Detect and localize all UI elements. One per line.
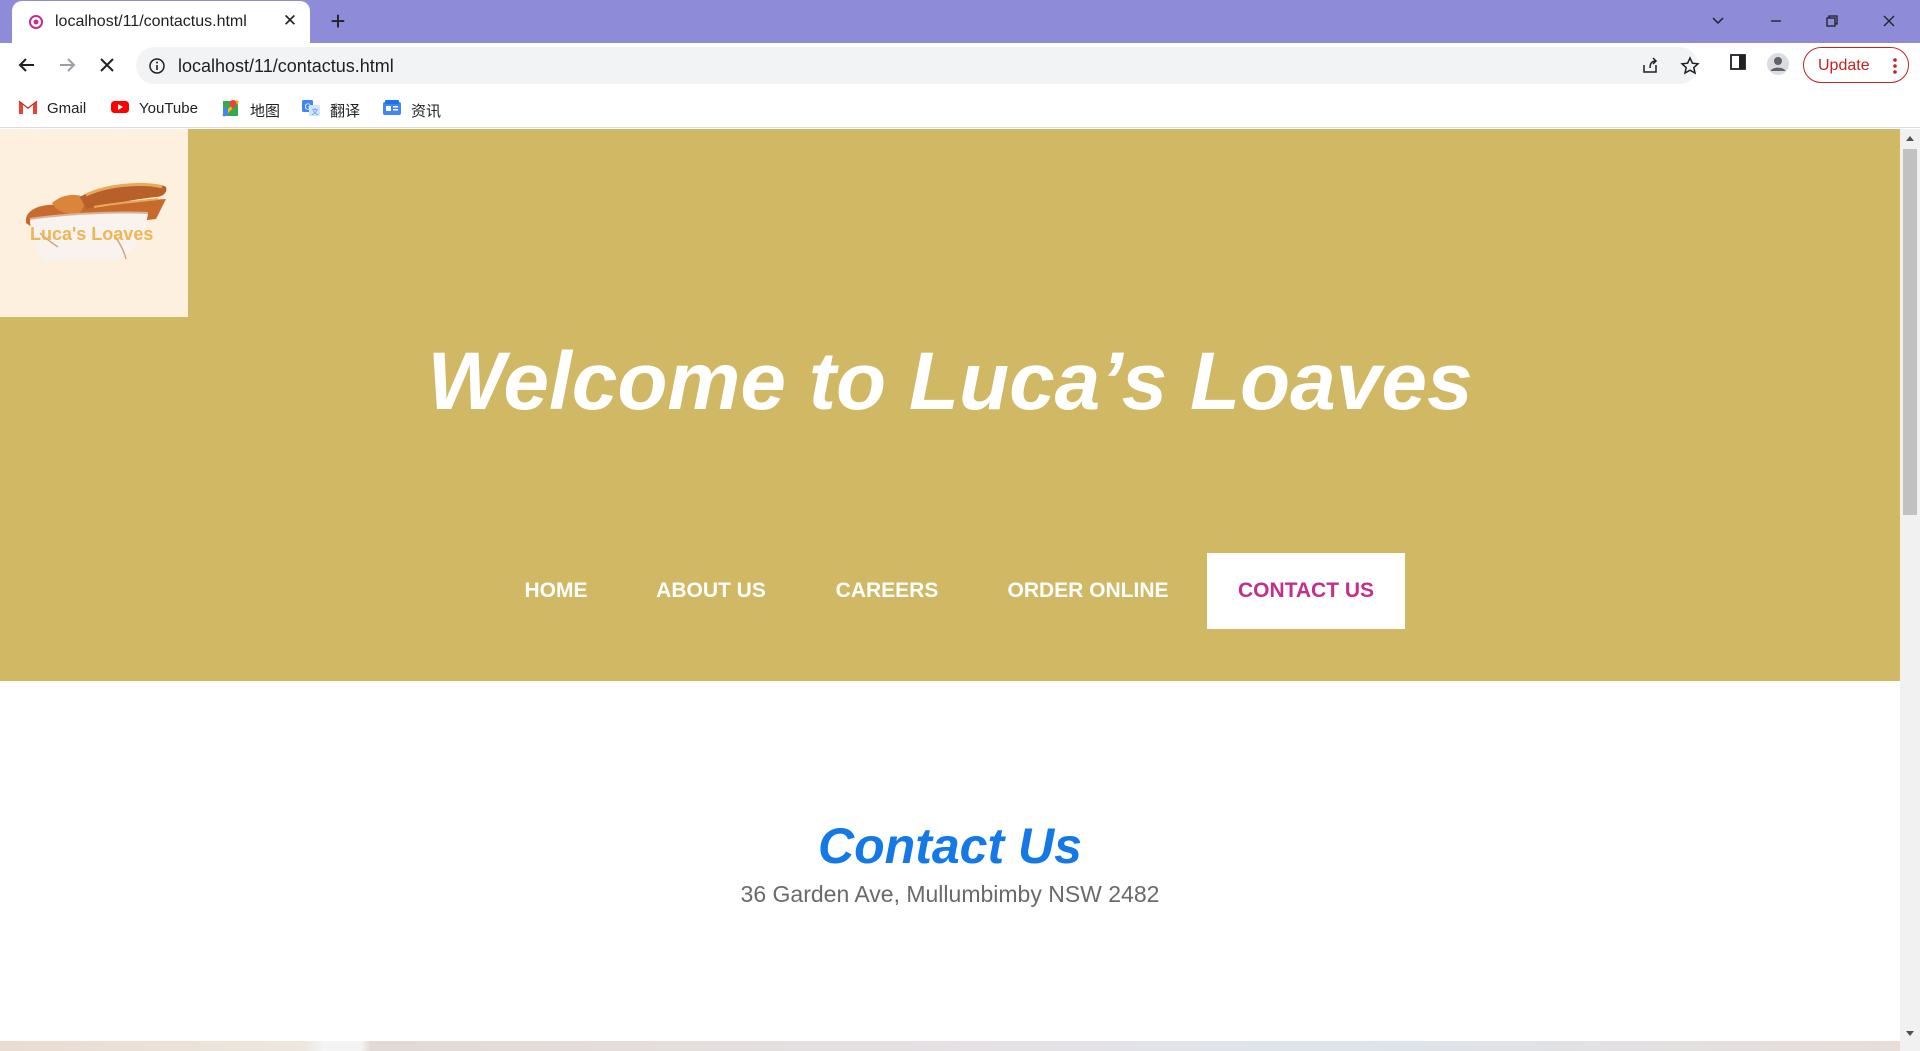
update-label: Update	[1818, 57, 1870, 74]
minimize-icon[interactable]	[1754, 4, 1798, 38]
svg-text:文: 文	[312, 107, 319, 116]
page-viewport: Luca's Loaves Welcome to Luca’s Loaves H…	[0, 129, 1900, 1041]
bookmarks-bar: Gmail YouTube 地图 G文 翻译 资讯	[0, 88, 1920, 128]
forward-icon[interactable]	[51, 49, 83, 81]
update-button[interactable]: Update	[1803, 47, 1909, 83]
browser-tabbar: localhost/11/contactus.html ✕ +	[0, 0, 1920, 43]
bread-logo-icon: Luca's Loaves	[25, 183, 167, 261]
youtube-icon	[110, 99, 130, 117]
bookmark-label: 地图	[250, 103, 281, 120]
site-header: Luca's Loaves Welcome to Luca’s Loaves H…	[0, 129, 1900, 681]
tab-search-chevron-icon[interactable]	[1696, 4, 1740, 38]
bookmark-label: YouTube	[139, 100, 198, 117]
profile-avatar-icon[interactable]	[1766, 52, 1790, 78]
nav-order-online[interactable]: ORDER ONLINE	[996, 553, 1180, 629]
close-window-icon[interactable]	[1867, 4, 1911, 38]
maps-icon	[221, 99, 241, 118]
site-logo[interactable]: Luca's Loaves	[0, 129, 188, 317]
bookmark-star-icon[interactable]	[1680, 56, 1700, 76]
contact-heading: Contact Us	[818, 818, 1082, 874]
tab-close-icon[interactable]: ✕	[280, 11, 300, 31]
hero-title: Welcome to Luca’s Loaves	[427, 336, 1473, 427]
tab-title: localhost/11/contactus.html	[55, 13, 247, 30]
contact-address: 36 Garden Ave, Mullumbimby NSW 2482	[740, 881, 1160, 907]
url-text: localhost/11/contactus.html	[178, 56, 394, 76]
side-panel-icon[interactable]	[1728, 52, 1752, 78]
logo-text: Luca's Loaves	[30, 224, 153, 244]
restore-icon[interactable]	[1810, 4, 1854, 38]
nav-home[interactable]: HOME	[506, 553, 606, 629]
nav-careers[interactable]: CAREERS	[816, 553, 958, 629]
scroll-down-arrow-icon[interactable]	[1900, 1023, 1920, 1043]
main-nav: HOME ABOUT US CAREERS ORDER ONLINE CONTA…	[0, 553, 1900, 629]
page-favicon-icon	[28, 14, 44, 30]
new-tab-plus-icon[interactable]: +	[326, 8, 350, 34]
site-info-icon[interactable]	[148, 57, 166, 80]
bookmark-label: 翻译	[330, 103, 361, 120]
page-scrollbar[interactable]	[1900, 129, 1920, 1051]
menu-kebab-icon[interactable]	[1892, 55, 1898, 77]
nav-about-us[interactable]: ABOUT US	[646, 553, 776, 629]
bookmark-label: Gmail	[47, 100, 87, 117]
next-section-edge	[0, 1041, 1900, 1051]
scrollbar-thumb[interactable]	[1903, 149, 1917, 515]
share-icon[interactable]	[1640, 56, 1660, 76]
bookmark-label: 资讯	[411, 103, 442, 120]
translate-icon: G文	[301, 99, 321, 117]
news-icon	[382, 99, 402, 117]
browser-toolbar: localhost/11/contactus.html Update	[0, 43, 1920, 88]
browser-tab-active[interactable]: localhost/11/contactus.html ✕	[12, 1, 310, 43]
gmail-icon	[18, 99, 38, 117]
svg-text:G: G	[305, 103, 311, 112]
back-icon[interactable]	[11, 49, 43, 81]
stop-loading-icon[interactable]	[91, 49, 123, 81]
scroll-up-arrow-icon[interactable]	[1900, 129, 1920, 149]
address-bar[interactable]: localhost/11/contactus.html	[136, 47, 1700, 84]
nav-contact-us[interactable]: CONTACT US	[1207, 553, 1405, 629]
